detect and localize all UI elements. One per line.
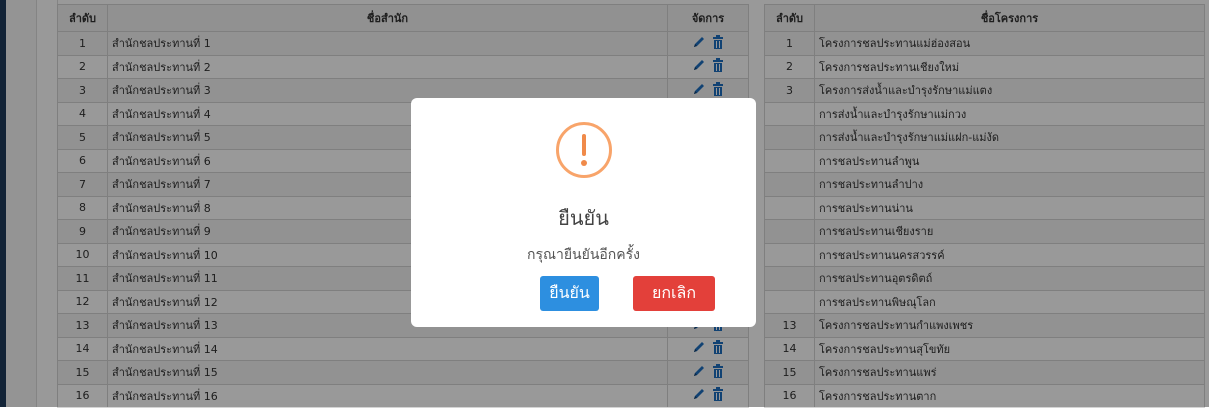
confirm-button[interactable]: ยืนยัน — [540, 276, 599, 311]
dialog-message: กรุณายืนยันอีกครั้ง — [527, 247, 640, 263]
warning-icon — [556, 122, 612, 178]
cancel-button[interactable]: ยกเลิก — [633, 276, 715, 311]
confirm-dialog: ยืนยัน กรุณายืนยันอีกครั้ง ยืนยัน ยกเลิก — [411, 98, 756, 327]
dialog-title: ยืนยัน — [558, 206, 609, 230]
